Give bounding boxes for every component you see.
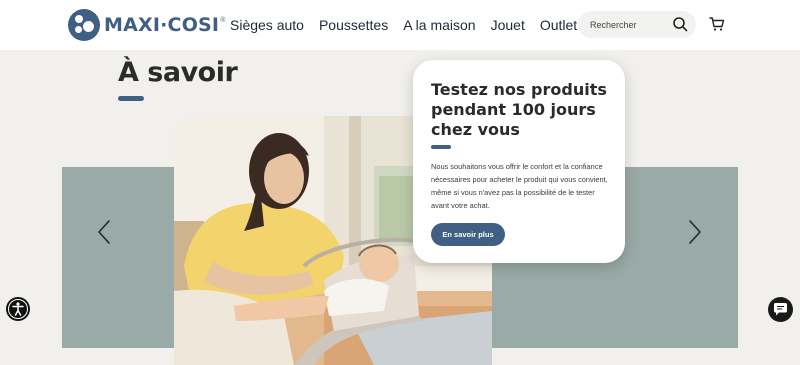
nav-item-outlet[interactable]: Outlet: [540, 17, 577, 33]
chevron-right-icon[interactable]: [688, 219, 702, 245]
logo-mark-icon: [68, 9, 100, 41]
brand-registered-mark: ®: [220, 16, 226, 24]
accessibility-button[interactable]: [6, 297, 30, 321]
nav-item-a-la-maison[interactable]: A la maison: [403, 17, 475, 33]
chat-button[interactable]: [768, 297, 793, 322]
search-input[interactable]: [590, 19, 670, 30]
brand-logo[interactable]: MAXI·COSI ®: [68, 9, 225, 41]
section-title: À savoir: [118, 57, 238, 88]
main-nav: Sièges auto Poussettes A la maison Jouet…: [230, 0, 592, 50]
cart-icon[interactable]: [709, 16, 725, 32]
accessibility-icon: [8, 299, 28, 319]
card-title-underline: [431, 145, 451, 149]
brand-name: MAXI·COSI: [104, 14, 220, 36]
chevron-left-icon[interactable]: [97, 219, 111, 245]
card-title: Testez nos produits pendant 100 jours ch…: [431, 80, 607, 139]
nav-item-sieges-auto[interactable]: Sièges auto: [230, 17, 304, 33]
card-description: Nous souhaitons vous offrir le confort e…: [431, 162, 608, 210]
chat-icon: [774, 303, 787, 316]
nav-item-poussettes[interactable]: Poussettes: [319, 17, 388, 33]
learn-more-button[interactable]: En savoir plus: [431, 223, 505, 246]
search-box: [578, 11, 696, 38]
promo-card: Testez nos produits pendant 100 jours ch…: [413, 60, 625, 263]
title-underline: [118, 96, 144, 101]
search-icon[interactable]: [672, 16, 688, 32]
nav-item-jouet[interactable]: Jouet: [491, 17, 525, 33]
site-header: MAXI·COSI ® Sièges auto Poussettes A la …: [0, 0, 800, 50]
